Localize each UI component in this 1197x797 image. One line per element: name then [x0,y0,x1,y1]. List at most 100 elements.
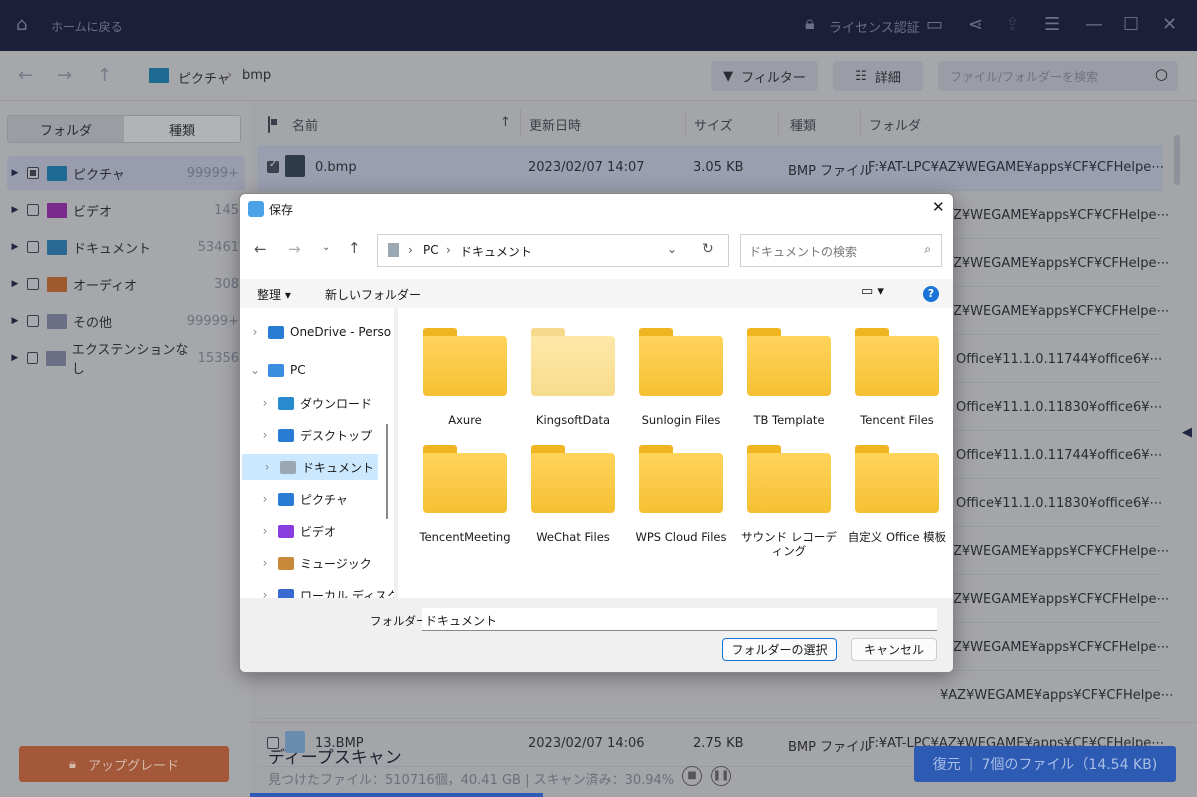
license-link[interactable]: ライセンス認証 [829,17,920,36]
checkbox[interactable] [27,241,39,253]
checkbox[interactable] [27,278,39,290]
checkbox[interactable] [27,204,39,216]
checkbox[interactable] [26,352,39,364]
folder-item[interactable]: KingsoftData [523,328,623,427]
folder-item[interactable]: WPS Cloud Files [631,445,731,544]
breadcrumb-pictures[interactable]: ピクチャ [178,68,230,87]
nav-tree-item[interactable]: › ダウンロード [258,390,372,416]
folder-item[interactable]: サウンド レコーディング [739,445,839,558]
collapse-panel-icon[interactable]: ◀ [1182,425,1192,440]
address-documents[interactable]: ドキュメント [460,243,532,260]
column-name[interactable]: 名前 [292,115,318,134]
maximize-icon[interactable]: ☐ [1123,14,1139,35]
row-checkbox[interactable] [267,159,279,173]
upgrade-button[interactable]: 🔒︎ アップグレード [19,746,229,782]
chevron-right-icon[interactable]: › [258,396,272,410]
tab-type[interactable]: 種類 [124,116,240,142]
help-icon[interactable]: ? [923,286,939,302]
chevron-right-icon[interactable]: › [248,325,262,339]
expand-icon[interactable]: ▶ [7,205,23,215]
home-icon[interactable]: ⌂ [16,14,27,35]
back-icon[interactable]: ← [18,65,33,86]
chevron-right-icon[interactable]: › [258,524,272,538]
column-type[interactable]: 種類 [790,115,816,134]
detail-view-button[interactable]: ☷ 詳細 [833,61,923,91]
table-row[interactable]: ¥AZ¥WEGAME¥apps¥CF¥CFHelpe⋯ [257,673,1174,719]
sidebar-item[interactable]: ▶ エクステンションなし 15356 [7,341,245,377]
back-icon[interactable]: ← [254,240,267,258]
sidebar-item[interactable]: ▶ その他 99999+ [7,304,245,338]
select-all-checkbox[interactable] [268,116,270,133]
table-row[interactable]: 0.bmp 2023/02/07 14:07 3.05 KB BMP ファイルF:¥A… [257,145,1164,191]
chevron-right-icon[interactable]: › [260,460,274,474]
expand-icon[interactable]: ▶ [7,242,23,252]
folder-item[interactable]: WeChat Files [523,445,623,544]
menu-icon[interactable]: ☰ [1044,14,1060,35]
new-folder-button[interactable]: 新しいフォルダー [325,286,421,303]
chevron-right-icon[interactable]: › [258,428,272,442]
home-link[interactable]: ホームに戻る [51,18,123,35]
stop-icon[interactable]: ■ [682,766,702,786]
export-icon[interactable]: ⇪ [1005,14,1020,35]
search-icon[interactable]: ○ [1155,65,1168,83]
minimize-icon[interactable]: — [1085,14,1103,35]
close-icon[interactable]: ✕ [1162,14,1177,35]
tab-folder[interactable]: フォルダ [8,116,124,142]
search-icon[interactable]: ⌕ [924,242,931,257]
nav-tree-item[interactable]: › デスクトップ [258,422,372,448]
organize-button[interactable]: 整理 ▾ [257,286,291,303]
dialog-close-icon[interactable]: ✕ [932,198,945,216]
sidebar-item[interactable]: ▶ ドキュメント 53461 [7,230,245,264]
address-pc[interactable]: PC [423,243,439,257]
recover-button[interactable]: 復元 | 7個のファイル（14.54 KB) [914,746,1176,782]
column-folder[interactable]: フォルダ [869,115,921,134]
checkbox[interactable] [27,315,39,327]
folder-item[interactable]: TB Template [739,328,839,427]
up-icon[interactable]: ↑ [348,239,361,257]
nav-tree-item[interactable]: › ドキュメント [242,454,378,480]
select-folder-button[interactable]: フォルダーの選択 [722,638,837,661]
nav-tree-item[interactable]: › OneDrive - Perso [248,319,392,345]
nav-tree-item[interactable]: › ビデオ [258,518,336,544]
feedback-icon[interactable]: ▭ [926,14,943,35]
folder-item[interactable]: Axure [415,328,515,427]
expand-icon[interactable]: ▶ [7,168,23,178]
dialog-search-input[interactable]: ドキュメントの検索 ⌕ [740,234,942,267]
folder-item[interactable]: Sunlogin Files [631,328,731,427]
address-bar[interactable]: › PC › ドキュメント › ⌄ ↻ [377,234,729,267]
column-date[interactable]: 更新日時 [529,115,581,134]
sort-ascending-icon[interactable]: ↑ [500,115,511,130]
folder-name-input[interactable]: ドキュメント [422,608,937,631]
forward-icon[interactable]: → [57,65,72,86]
chevron-right-icon[interactable]: › [258,492,272,506]
expand-icon[interactable]: ▶ [7,316,23,326]
column-size[interactable]: サイズ [694,115,733,134]
list-scrollbar[interactable] [1174,135,1180,185]
refresh-icon[interactable]: ↻ [702,241,714,257]
nav-pane-scrollbar[interactable] [386,424,388,519]
checkbox[interactable] [27,167,39,179]
folder-item[interactable]: TencentMeeting [415,445,515,544]
nav-tree-item[interactable]: › ピクチャ [258,486,348,512]
nav-tree-item[interactable]: › ローカル ディスク [258,582,394,598]
up-icon[interactable]: ↑ [97,65,112,86]
address-dropdown-icon[interactable]: ⌄ [667,242,677,256]
sidebar-item[interactable]: ▶ ピクチャ 99999+ [7,156,245,190]
chevron-down-icon[interactable]: ⌄ [248,363,262,377]
share-icon[interactable]: ⋖ [968,14,983,35]
expand-icon[interactable]: ▶ [7,353,23,363]
view-options-icon[interactable]: ▭ ▾ [861,284,884,299]
expand-icon[interactable]: ▶ [7,279,23,289]
folder-item[interactable]: Tencent Files [847,328,947,427]
sidebar-item[interactable]: ▶ ビデオ 145 [7,193,245,227]
breadcrumb-bmp[interactable]: bmp [242,68,271,83]
chevron-right-icon[interactable]: › [258,588,272,598]
cancel-button[interactable]: キャンセル [851,638,937,661]
sidebar-item[interactable]: ▶ オーディオ 308 [7,267,245,301]
nav-tree-item[interactable]: › ミュージック [258,550,372,576]
filter-button[interactable]: ▼ フィルター [711,61,818,91]
forward-icon[interactable]: → [288,240,301,258]
nav-tree-item[interactable]: ⌄ PC [248,357,306,383]
recent-dropdown-icon[interactable]: ⌄ [322,242,330,253]
search-input[interactable]: ファイル/フォルダーを検索 ○ [938,61,1178,91]
